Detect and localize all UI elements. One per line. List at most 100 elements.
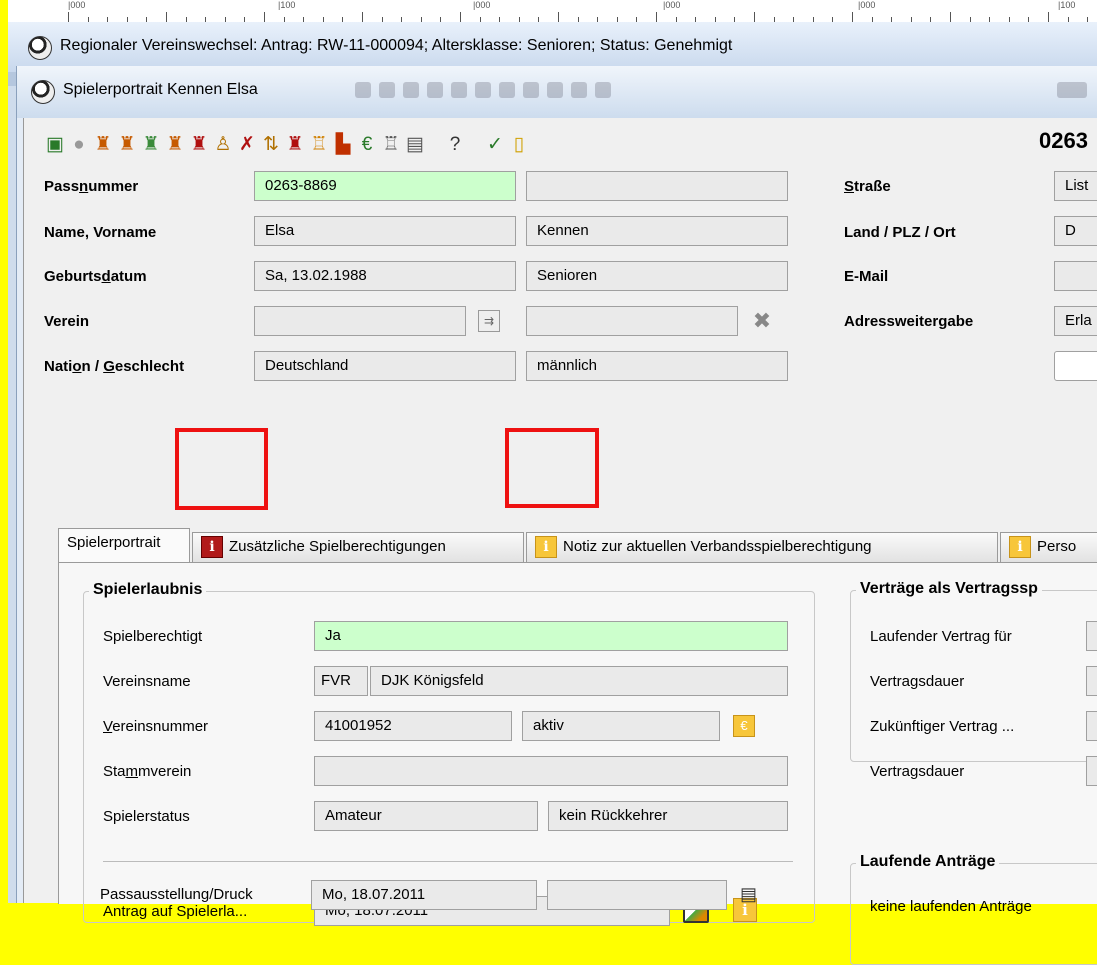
spielerlaubnis-title: Spielerlaubnis	[89, 581, 207, 599]
shirt-outline-icon[interactable]: ♖	[308, 134, 330, 156]
person-icon[interactable]: ♙	[212, 134, 234, 156]
shirt-edit-icon[interactable]: ♜	[140, 134, 162, 156]
vertrag-row-label: Vertragsdauer	[870, 673, 965, 690]
faded-toolbar-icon	[475, 82, 491, 98]
passausstellung-extra-field[interactable]	[547, 880, 727, 910]
stammverein-field[interactable]	[314, 756, 788, 786]
faded-toolbar-icon	[355, 82, 371, 98]
verein-field[interactable]	[254, 306, 466, 336]
strasse-label: Straße	[844, 178, 891, 195]
euro-icon[interactable]: €	[733, 715, 755, 737]
outer-window-titlebar[interactable]: Regionaler Vereinswechsel: Antrag: RW-11…	[8, 22, 1097, 72]
shirt-white-icon[interactable]: ♖	[380, 134, 402, 156]
flag-icon[interactable]: ▙	[332, 134, 354, 156]
card-icon[interactable]: ▤	[404, 134, 426, 156]
inner-window-titlebar[interactable]: Spielerportrait Kennen Elsa	[17, 66, 1097, 118]
ruler-tick	[166, 12, 167, 22]
vereinsname-field[interactable]: DJK Königsfeld	[370, 666, 788, 696]
vereinsname-label: Vereinsname	[103, 673, 191, 690]
ruler-tick	[362, 12, 363, 22]
faded-toolbar-icon	[499, 82, 515, 98]
ruler-tick	[460, 12, 461, 22]
vertrag-field[interactable]	[1086, 711, 1097, 741]
nachname-field[interactable]: Kennen	[526, 216, 788, 246]
rueckkehrer-field[interactable]: kein Rückkehrer	[548, 801, 788, 831]
tab-notiz-verbandsspielberechtigung[interactable]: i Notiz zur aktuellen Verbandsspielberech…	[526, 532, 998, 562]
passausstellung-field[interactable]: Mo, 18.07.2011	[311, 880, 537, 910]
geschlecht-field[interactable]: männlich	[526, 351, 788, 381]
extra-button[interactable]	[1054, 351, 1097, 381]
email-label: E-Mail	[844, 268, 889, 285]
adressweitergabe-field[interactable]: Erla	[1054, 306, 1097, 336]
vereinsname-code-field[interactable]: FVR	[314, 666, 368, 696]
tab-label: Perso	[1037, 538, 1077, 555]
ruler-label: |000	[858, 0, 876, 10]
altersklasse-field[interactable]: Senioren	[526, 261, 788, 291]
shirt-delete-icon[interactable]: ✗	[236, 134, 258, 156]
vertraege-title: Verträge als Vertragssp	[856, 580, 1042, 598]
tab-label: Notiz zur aktuellen Verbandsspielberecht…	[563, 538, 872, 555]
spielberechtigt-field[interactable]: Ja	[314, 621, 788, 651]
vertrag-field[interactable]	[1086, 666, 1097, 696]
vereinsnummer-label: Vereinsnummer	[103, 718, 209, 735]
vertrag-field[interactable]	[1086, 756, 1097, 786]
ruler-tick	[264, 12, 265, 22]
vereinsnummer-field[interactable]: 41001952	[314, 711, 512, 741]
ruler-tick	[754, 12, 755, 22]
ruler-label: |000	[68, 0, 86, 10]
verein-field-2[interactable]	[526, 306, 738, 336]
strasse-field[interactable]: List	[1054, 171, 1097, 201]
divider	[103, 861, 793, 862]
inner-window-title: Spielerportrait Kennen Elsa	[63, 81, 258, 98]
verein-label: Verein	[44, 313, 90, 330]
ruler-tick	[68, 12, 69, 22]
circle-icon[interactable]: ●	[68, 134, 90, 156]
vorname-field[interactable]: Elsa	[254, 216, 516, 246]
highlight-box	[505, 428, 599, 508]
faded-toolbar-icon	[547, 82, 563, 98]
vertrag-row-label: Zukünftiger Vertrag ...	[870, 718, 1015, 735]
ruler-label: |000	[473, 0, 491, 10]
verein-select-icon[interactable]: ⇉	[478, 310, 500, 332]
shirt-2-icon[interactable]: ♜	[188, 134, 210, 156]
faded-toolbar-icon	[595, 82, 611, 98]
tab-personal[interactable]: i Perso	[1000, 532, 1097, 562]
portrait-icon[interactable]: ▣	[44, 134, 66, 156]
soccer-ball-icon	[31, 80, 55, 104]
passnummer-field[interactable]: 0263-8869	[254, 171, 516, 201]
ruler-label: |000	[663, 0, 681, 10]
euro-doc-icon[interactable]: €	[356, 134, 378, 156]
ruler-label: |100	[1058, 0, 1076, 10]
geburtsdatum-label: Geburtsdatum	[44, 268, 147, 285]
transfer-icon[interactable]: ⇅	[260, 134, 282, 156]
ruler-tick	[558, 12, 559, 22]
tab-zusaetzliche-spielberechtigungen[interactable]: i Zusätzliche Spielberechtigungen	[192, 532, 524, 562]
vertrag-row-label: Laufender Vertrag für	[870, 628, 1012, 645]
passnummer-label: Passnummer	[44, 178, 139, 195]
doc-edit-icon[interactable]: ▯	[508, 134, 530, 156]
check-doc-icon[interactable]: ✓	[484, 134, 506, 156]
spielerstatus-field[interactable]: Amateur	[314, 801, 538, 831]
faded-toolbar-icon	[379, 82, 395, 98]
clear-verein-icon[interactable]: ✖	[751, 310, 773, 332]
faded-toolbar-icon	[403, 82, 419, 98]
vereinsstatus-field[interactable]: aktiv	[522, 711, 720, 741]
shirt-red-icon[interactable]: ♜	[284, 134, 306, 156]
land-label: Land / PLZ / Ort	[844, 224, 956, 241]
ruler: |000 |100 |000 |000 |000 |100	[8, 0, 1097, 23]
shirt-multi-icon[interactable]: ♜	[164, 134, 186, 156]
ruler-tick	[950, 12, 951, 22]
shirt-icon[interactable]: ♜	[92, 134, 114, 156]
geburtsdatum-field[interactable]: Sa, 13.02.1988	[254, 261, 516, 291]
passnummer-extra-field[interactable]	[526, 171, 788, 201]
shirt-add-icon[interactable]: ♜	[116, 134, 138, 156]
soccer-ball-icon	[28, 36, 52, 60]
nation-field[interactable]: Deutschland	[254, 351, 516, 381]
faded-toolbar-icon	[427, 82, 443, 98]
help-icon[interactable]: ?	[444, 134, 466, 156]
outer-window-title: Regionaler Vereinswechsel: Antrag: RW-11…	[60, 37, 733, 54]
land-field[interactable]: D	[1054, 216, 1097, 246]
email-field[interactable]	[1054, 261, 1097, 291]
vertrag-field[interactable]	[1086, 621, 1097, 651]
tab-spielerportrait[interactable]: Spielerportrait	[58, 528, 190, 564]
